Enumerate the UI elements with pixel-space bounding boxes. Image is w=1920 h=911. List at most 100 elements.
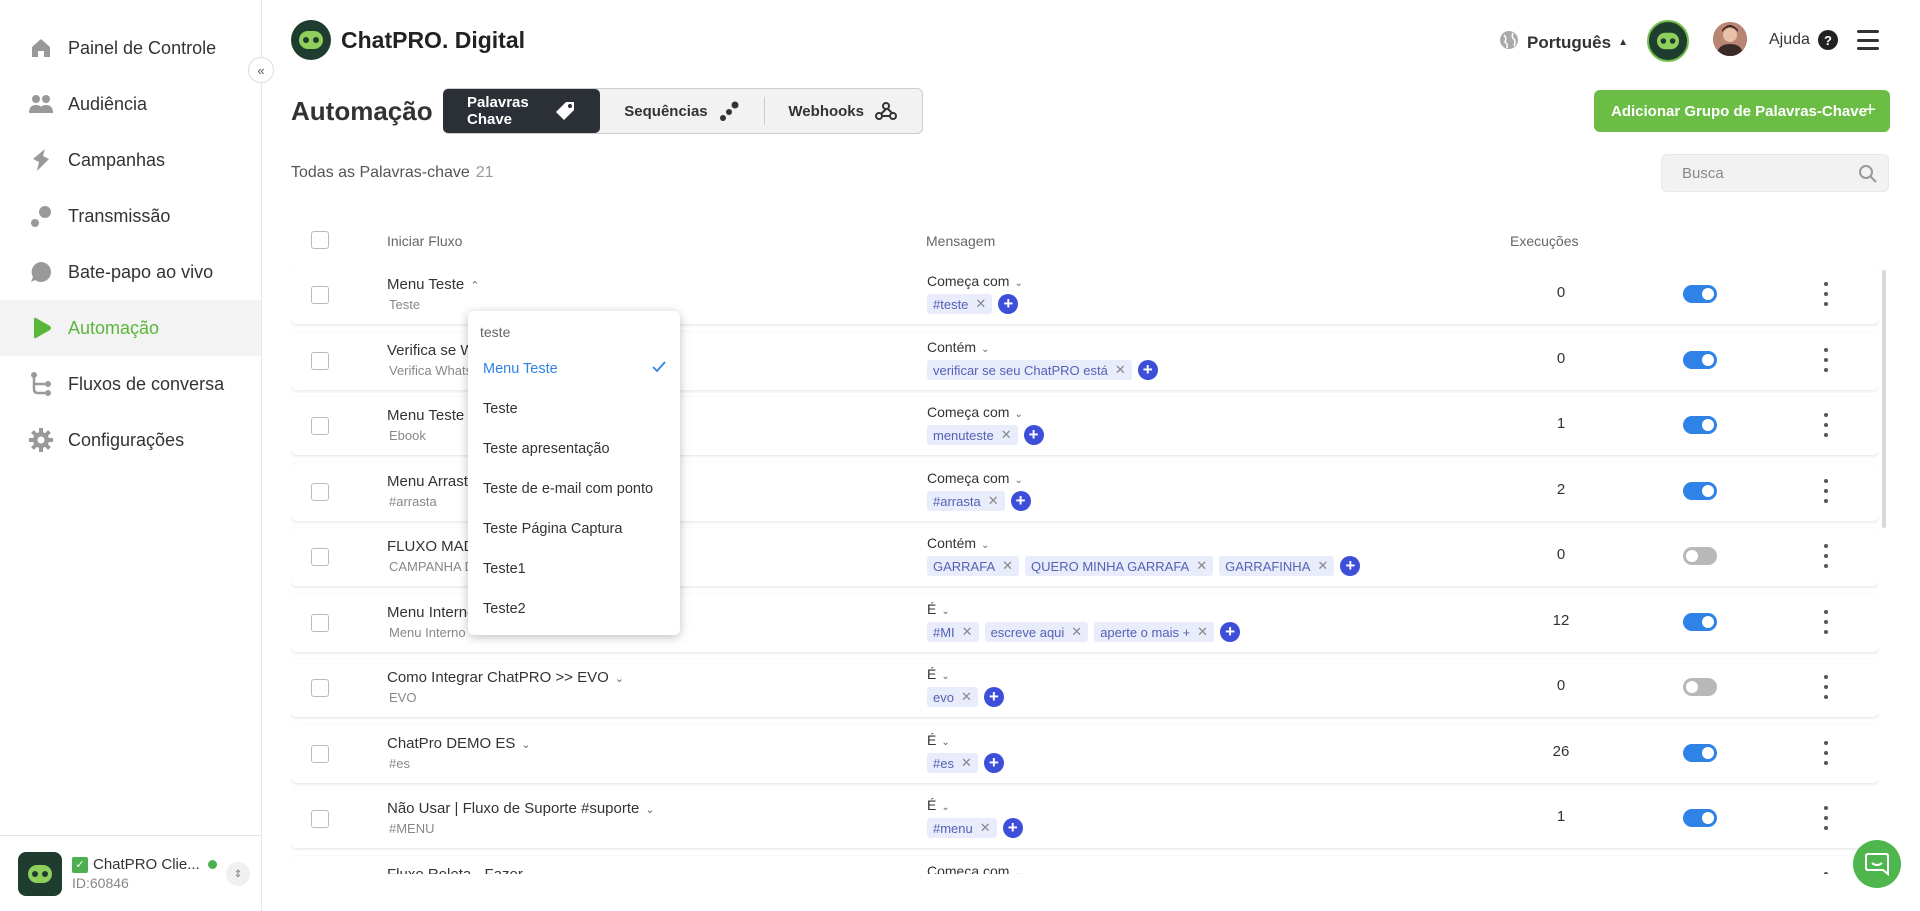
remove-tag-icon[interactable]: ✕: [1317, 558, 1328, 574]
dropdown-option[interactable]: Teste Página Captura: [468, 509, 680, 549]
match-condition-select[interactable]: Contém ⌄: [927, 339, 989, 355]
match-condition-select[interactable]: É ⌄: [927, 601, 950, 617]
sidebar-item-transmissao[interactable]: Transmissão: [0, 188, 261, 244]
add-keyword-group-button[interactable]: Adicionar Grupo de Palavras-Chave +: [1594, 90, 1890, 132]
flow-selector[interactable]: Verifica se W: [387, 342, 475, 359]
add-tag-button[interactable]: +: [1023, 425, 1044, 445]
match-condition-select[interactable]: É ⌄: [927, 666, 950, 682]
row-menu-icon[interactable]: [1821, 610, 1831, 634]
match-condition-select[interactable]: Começa com ⌄: [927, 404, 1023, 420]
flow-selector[interactable]: Menu Interno: [387, 604, 475, 621]
active-toggle[interactable]: [1683, 744, 1717, 762]
bot-avatar[interactable]: [1647, 20, 1689, 62]
remove-tag-icon[interactable]: ✕: [961, 689, 972, 705]
row-checkbox[interactable]: [311, 548, 329, 566]
select-all-checkbox[interactable]: [311, 231, 329, 249]
row-checkbox[interactable]: [311, 810, 329, 828]
tab-webhooks[interactable]: Webhooks: [764, 89, 922, 133]
active-toggle[interactable]: [1683, 482, 1717, 500]
help-link[interactable]: Ajuda ?: [1769, 30, 1838, 50]
row-menu-icon[interactable]: [1821, 479, 1831, 503]
row-menu-icon[interactable]: [1821, 282, 1831, 306]
account-switcher[interactable]: ✓ ChatPRO Clie... ID:60846 ⇕: [0, 835, 262, 911]
dropdown-option[interactable]: Teste apresentação: [468, 429, 680, 469]
tab-sequencias[interactable]: Sequências: [600, 89, 763, 133]
row-checkbox[interactable]: [311, 679, 329, 697]
active-toggle[interactable]: [1683, 285, 1717, 303]
sidebar-item-campanhas[interactable]: Campanhas: [0, 132, 261, 188]
language-selector[interactable]: Português ▲: [1499, 30, 1628, 55]
add-tag-button[interactable]: +: [983, 687, 1004, 707]
sidebar-item-painel[interactable]: Painel de Controle: [0, 20, 261, 76]
table-row[interactable]: Fluxo Roleta - Fazer ⌄ Começa com ⌄: [291, 856, 1879, 874]
active-toggle[interactable]: [1683, 678, 1717, 696]
active-toggle[interactable]: [1683, 351, 1717, 369]
remove-tag-icon[interactable]: ✕: [1071, 624, 1082, 640]
flow-selector[interactable]: Fluxo Roleta - Fazer ⌄: [387, 866, 538, 874]
table-row[interactable]: Como Integrar ChatPRO >> EVO ⌄ EVO É ⌄ evo…: [291, 659, 1879, 717]
table-scrollbar[interactable]: [1882, 270, 1886, 528]
remove-tag-icon[interactable]: ✕: [1002, 558, 1013, 574]
sidebar-item-fluxos[interactable]: Fluxos de conversa: [0, 356, 261, 412]
match-condition-select[interactable]: Começa com ⌄: [927, 470, 1023, 486]
row-checkbox[interactable]: [311, 286, 329, 304]
row-menu-icon[interactable]: [1821, 741, 1831, 765]
sidebar-item-configuracoes[interactable]: Configurações: [0, 412, 261, 468]
sidebar-item-bate-papo[interactable]: Bate-papo ao vivo: [0, 244, 261, 300]
switch-account-icon[interactable]: ⇕: [226, 862, 250, 886]
sidebar-item-audiencia[interactable]: Audiência: [0, 76, 261, 132]
active-toggle[interactable]: [1683, 613, 1717, 631]
match-condition-select[interactable]: Começa com ⌄: [927, 273, 1023, 289]
remove-tag-icon[interactable]: ✕: [1001, 427, 1012, 443]
active-toggle[interactable]: [1683, 547, 1717, 565]
flow-selector[interactable]: ChatPro DEMO ES ⌄: [387, 735, 531, 752]
row-menu-icon[interactable]: [1821, 348, 1831, 372]
remove-tag-icon[interactable]: ✕: [975, 296, 986, 312]
active-toggle[interactable]: [1683, 809, 1717, 827]
dropdown-option[interactable]: Teste2: [468, 589, 680, 629]
add-tag-button[interactable]: +: [1002, 818, 1023, 838]
flow-selector[interactable]: Não Usar | Fluxo de Suporte #suporte ⌄: [387, 800, 655, 817]
active-toggle[interactable]: [1683, 416, 1717, 434]
table-row[interactable]: Não Usar | Fluxo de Suporte #suporte ⌄ #M…: [291, 790, 1879, 848]
remove-tag-icon[interactable]: ✕: [962, 624, 973, 640]
remove-tag-icon[interactable]: ✕: [961, 755, 972, 771]
flow-selector[interactable]: Menu Arrast: [387, 473, 468, 490]
row-checkbox[interactable]: [311, 352, 329, 370]
flow-selector[interactable]: Como Integrar ChatPRO >> EVO ⌄: [387, 669, 624, 686]
match-condition-select[interactable]: Começa com ⌄: [927, 863, 1023, 874]
row-menu-icon[interactable]: [1821, 544, 1831, 568]
row-menu-icon[interactable]: [1821, 413, 1831, 437]
add-tag-button[interactable]: +: [1010, 491, 1031, 511]
row-menu-icon[interactable]: [1821, 675, 1831, 699]
remove-tag-icon[interactable]: ✕: [1196, 558, 1207, 574]
flow-selector[interactable]: Menu Teste ⌃: [387, 276, 480, 293]
dropdown-option[interactable]: Teste: [468, 389, 680, 429]
match-condition-select[interactable]: Contém ⌄: [927, 535, 989, 551]
remove-tag-icon[interactable]: ✕: [1115, 362, 1126, 378]
user-avatar[interactable]: [1713, 22, 1747, 56]
brand[interactable]: ChatPRO. Digital: [291, 20, 525, 60]
flow-selector[interactable]: Menu Teste -: [387, 407, 473, 424]
add-tag-button[interactable]: +: [1220, 622, 1241, 642]
remove-tag-icon[interactable]: ✕: [988, 493, 999, 509]
add-tag-button[interactable]: +: [983, 753, 1004, 773]
dropdown-option[interactable]: Teste1: [468, 549, 680, 589]
remove-tag-icon[interactable]: ✕: [980, 820, 991, 836]
add-tag-button[interactable]: +: [1340, 556, 1361, 576]
sidebar-item-automacao[interactable]: Automação: [0, 300, 261, 356]
row-menu-icon[interactable]: [1821, 806, 1831, 830]
remove-tag-icon[interactable]: ✕: [1197, 624, 1208, 640]
dropdown-option[interactable]: Menu Teste: [468, 349, 680, 389]
row-checkbox[interactable]: [311, 483, 329, 501]
match-condition-select[interactable]: É ⌄: [927, 732, 950, 748]
add-tag-button[interactable]: +: [998, 294, 1019, 314]
search-input[interactable]: [1662, 155, 1842, 191]
add-tag-button[interactable]: +: [1137, 360, 1158, 380]
row-menu-icon[interactable]: [1821, 872, 1831, 874]
hamburger-menu-icon[interactable]: [1857, 30, 1879, 50]
table-row[interactable]: ChatPro DEMO ES ⌄ #es É ⌄ #es ✕ + 26: [291, 725, 1879, 783]
dropdown-search-input[interactable]: [480, 317, 670, 347]
row-checkbox[interactable]: [311, 745, 329, 763]
flow-selector[interactable]: FLUXO MAD: [387, 538, 475, 555]
